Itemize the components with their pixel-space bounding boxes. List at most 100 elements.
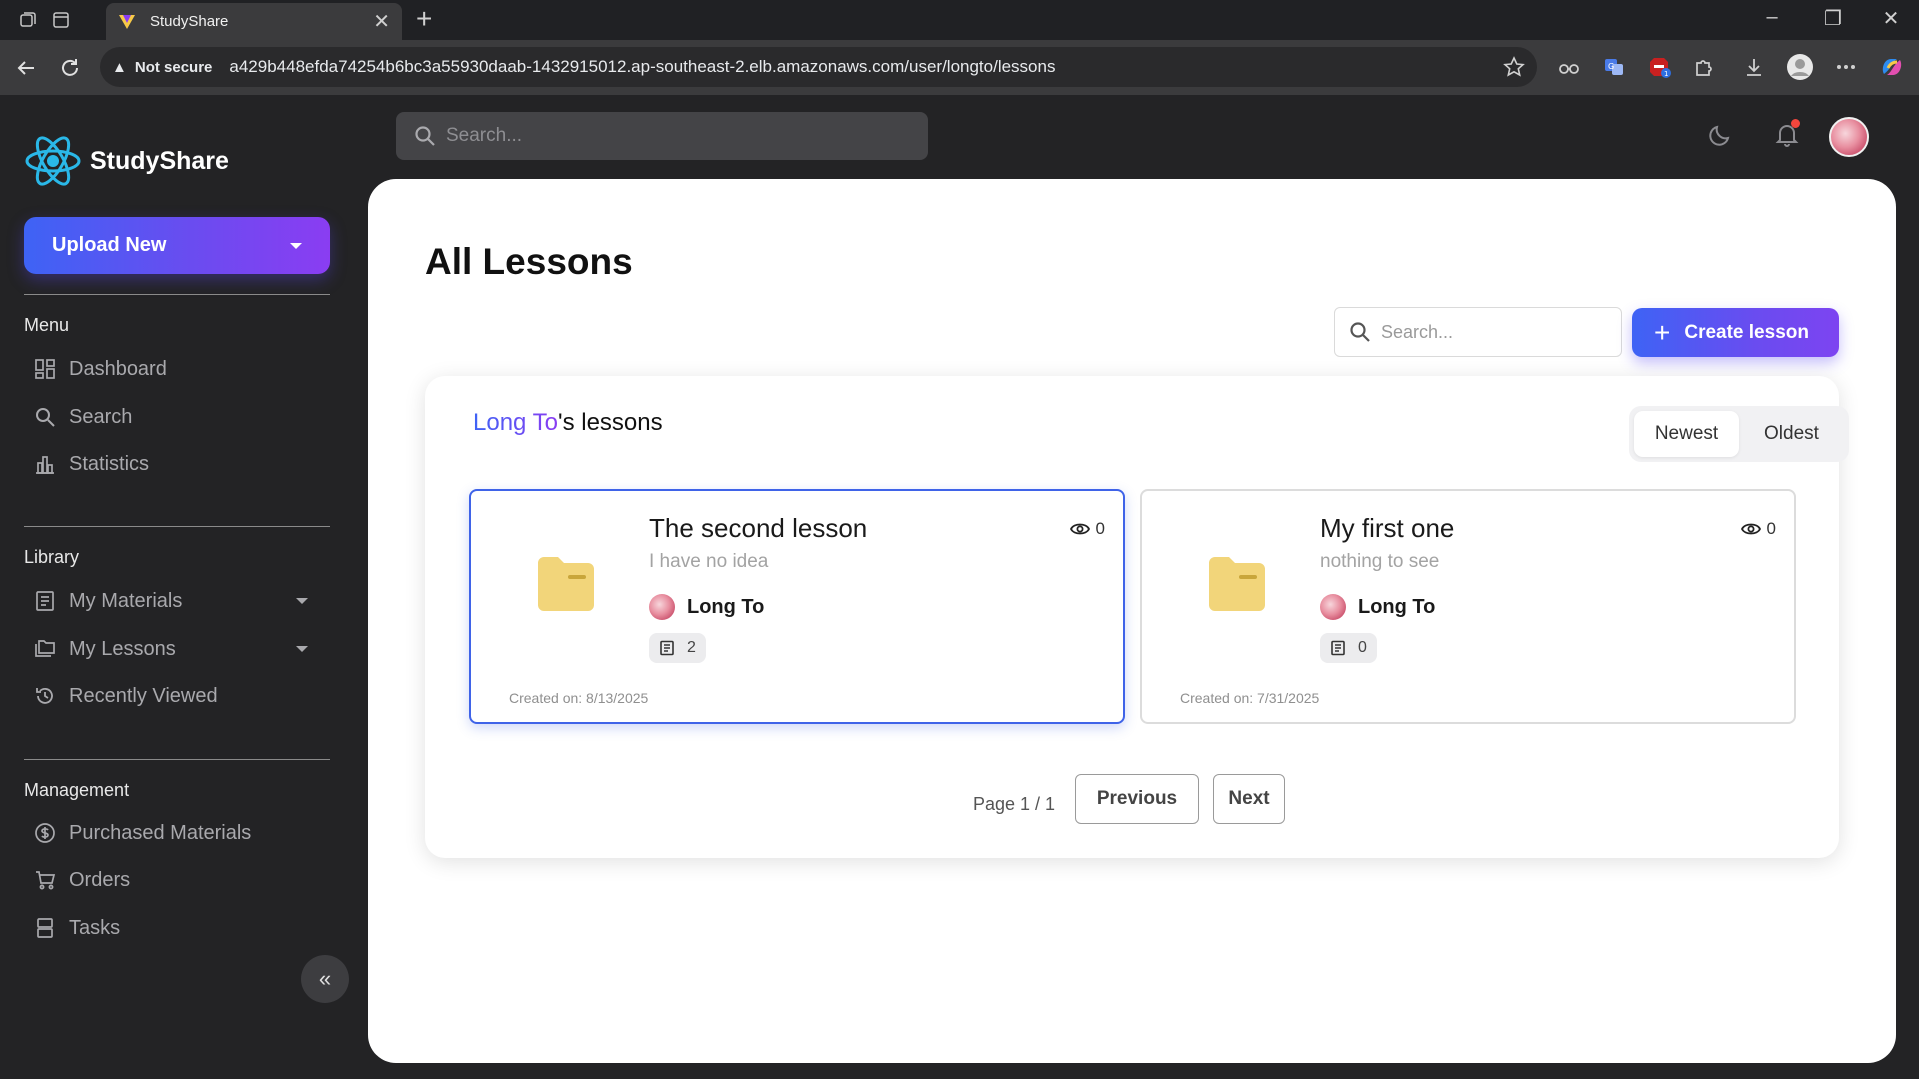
blocker-extension-icon[interactable]: 1: [1646, 53, 1674, 81]
sidebar-item-my-materials[interactable]: My Materials: [34, 583, 324, 619]
folder-icon: [538, 557, 594, 611]
user-avatar[interactable]: [1829, 117, 1869, 157]
lesson-card[interactable]: My first one nothing to see 0 Long To 0 …: [1140, 489, 1796, 724]
upload-new-button[interactable]: Upload New: [24, 217, 330, 274]
sidebar: StudyShare Upload New Menu Dashboard Sea…: [0, 95, 368, 1079]
copilot-icon[interactable]: [1878, 53, 1906, 81]
material-count-badge: 0: [1320, 633, 1377, 663]
sidebar-item-orders[interactable]: Orders: [34, 862, 324, 898]
browser-tab-bar: StudyShare ✕ + – ❐ ✕: [0, 0, 1919, 40]
material-count-value: 2: [687, 639, 696, 656]
menu-section-title: Menu: [24, 315, 70, 335]
profile-icon[interactable]: [1786, 53, 1814, 81]
new-tab-button[interactable]: +: [416, 4, 432, 34]
security-label[interactable]: Not secure: [135, 59, 213, 76]
author-name: Long To: [687, 595, 765, 618]
global-search-input[interactable]: [446, 125, 886, 147]
sidebar-item-label: Purchased Materials: [69, 821, 252, 844]
material-count-value: 0: [1358, 639, 1367, 656]
lesson-title: The second lesson: [649, 513, 868, 543]
page-indicator: Page 1 / 1: [973, 794, 1056, 814]
sidebar-item-statistics[interactable]: Statistics: [34, 446, 324, 482]
vertical-tabs-icon[interactable]: [49, 8, 73, 32]
management-section-title: Management: [24, 780, 130, 800]
global-search-bar[interactable]: [396, 112, 928, 160]
sidebar-item-search[interactable]: Search: [34, 399, 324, 435]
sidebar-item-dashboard[interactable]: Dashboard: [34, 351, 324, 387]
tasks-icon: [34, 917, 56, 939]
back-icon[interactable]: [12, 54, 40, 82]
search-icon: [1350, 322, 1370, 342]
reload-icon[interactable]: [56, 54, 84, 82]
chevron-down-icon[interactable]: [296, 598, 308, 604]
create-lesson-label: Create lesson: [1684, 321, 1809, 343]
more-options-icon[interactable]: [1832, 53, 1860, 81]
sort-oldest-button[interactable]: Oldest: [1739, 411, 1844, 457]
chevron-down-icon: [290, 242, 302, 249]
notifications-button[interactable]: [1767, 115, 1807, 155]
sidebar-item-purchased-materials[interactable]: Purchased Materials: [34, 815, 324, 851]
author-name: Long To: [1358, 595, 1436, 618]
brand[interactable]: StudyShare: [24, 133, 229, 189]
downloads-icon[interactable]: [1740, 53, 1768, 81]
double-chevron-left-icon: «: [318, 966, 332, 991]
avatar: [1320, 594, 1346, 620]
sidebar-item-label: Search: [69, 405, 133, 428]
sidebar-item-label: My Materials: [69, 589, 183, 612]
lessons-panel: Long To's lessons Newest Oldest The seco…: [425, 376, 1849, 858]
glasses-extension-icon[interactable]: [1555, 53, 1583, 81]
studyshare-favicon: [119, 14, 135, 29]
svg-text:1: 1: [1664, 70, 1668, 78]
browser-tab[interactable]: StudyShare ✕: [106, 3, 402, 40]
eye-icon: [1069, 523, 1090, 535]
sidebar-item-label: Tasks: [69, 916, 121, 939]
notification-dot: [1791, 119, 1800, 128]
close-window-button[interactable]: ✕: [1871, 6, 1911, 31]
chevron-down-icon[interactable]: [296, 646, 308, 652]
create-lesson-button[interactable]: + Create lesson: [1632, 308, 1839, 357]
extensions-puzzle-icon[interactable]: [1690, 53, 1718, 81]
sidebar-item-label: Statistics: [69, 452, 150, 475]
owner-name[interactable]: Long To: [473, 409, 558, 436]
lesson-search-input[interactable]: [1381, 321, 1601, 343]
sidebar-item-my-lessons[interactable]: My Lessons: [34, 631, 324, 667]
sort-newest-button[interactable]: Newest: [1634, 411, 1739, 457]
lesson-card[interactable]: The second lesson I have no idea 0 Long …: [469, 489, 1125, 724]
page-title: All Lessons: [425, 241, 633, 282]
panel-title-suffix: 's lessons: [557, 409, 663, 436]
browser-toolbar: ▲ Not secure a429b448efda74254b6bc3a5593…: [0, 40, 1919, 95]
dollar-circle-icon: [34, 822, 56, 844]
lesson-author[interactable]: Long To: [1320, 594, 1435, 620]
created-date: Created on: 8/13/2025: [509, 690, 649, 706]
next-button[interactable]: Next: [1213, 774, 1285, 824]
lesson-title: My first one: [1320, 513, 1455, 543]
sort-toggle: Newest Oldest: [1629, 406, 1849, 462]
moon-icon: [1709, 125, 1730, 146]
folders-icon: [34, 638, 56, 660]
created-date: Created on: 7/31/2025: [1180, 690, 1320, 706]
lesson-description: I have no idea: [649, 551, 769, 572]
sidebar-item-label: My Lessons: [69, 637, 176, 660]
lesson-description: nothing to see: [1320, 551, 1440, 572]
minimize-button[interactable]: –: [1752, 6, 1792, 29]
search-icon: [34, 406, 56, 428]
translate-extension-icon[interactable]: G: [1600, 53, 1628, 81]
tab-close-icon[interactable]: ✕: [373, 9, 390, 34]
lesson-author[interactable]: Long To: [649, 594, 764, 620]
collapse-sidebar-button[interactable]: «: [301, 955, 349, 1003]
lesson-search-bar[interactable]: [1334, 307, 1622, 357]
dark-mode-toggle[interactable]: [1700, 115, 1740, 155]
document-icon: [1331, 640, 1345, 656]
previous-button[interactable]: Previous: [1075, 774, 1199, 824]
folder-icon: [1209, 557, 1265, 611]
address-bar[interactable]: ▲ Not secure a429b448efda74254b6bc3a5593…: [100, 47, 1537, 87]
url-text[interactable]: a429b448efda74254b6bc3a55930daab-1432915…: [229, 57, 1055, 77]
sidebar-item-label: Orders: [69, 868, 131, 891]
brand-name: StudyShare: [90, 146, 229, 175]
bookmark-star-icon[interactable]: [1503, 56, 1525, 78]
sidebar-item-recently-viewed[interactable]: Recently Viewed: [34, 678, 324, 714]
plus-icon: +: [1654, 316, 1671, 348]
sidebar-item-tasks[interactable]: Tasks: [34, 910, 324, 946]
workspaces-icon[interactable]: [16, 8, 40, 32]
restore-button[interactable]: ❐: [1813, 6, 1853, 31]
